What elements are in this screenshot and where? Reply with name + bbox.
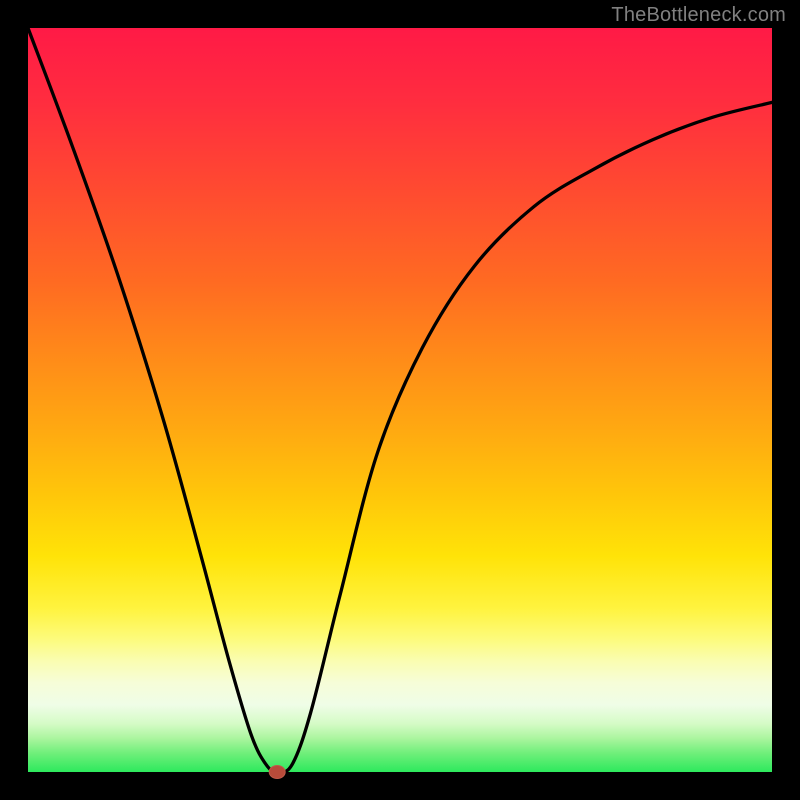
bottleneck-curve bbox=[28, 28, 772, 772]
vertex-marker bbox=[269, 766, 285, 779]
plot-area bbox=[28, 28, 772, 772]
chart-frame: TheBottleneck.com bbox=[0, 0, 800, 800]
watermark-text: TheBottleneck.com bbox=[611, 4, 786, 27]
curve-path bbox=[28, 28, 772, 772]
